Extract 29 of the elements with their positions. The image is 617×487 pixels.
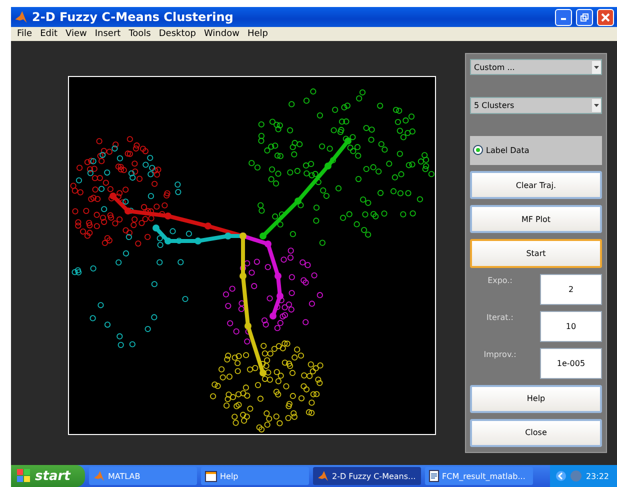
param-label: Expo.: (486, 274, 514, 285)
param-label: Iterat.: (486, 312, 514, 322)
start-button[interactable]: start (11, 465, 85, 487)
taskbar-item[interactable]: 2-D Fuzzy C-Means... (313, 467, 421, 485)
menu-item[interactable]: File (13, 29, 36, 40)
menu-item[interactable]: View (62, 29, 91, 40)
clock: 23:22 (586, 472, 609, 480)
param-field[interactable]: 2 (540, 274, 602, 305)
taskbar-item[interactable]: MATLAB (89, 467, 197, 485)
menu-item[interactable]: Help (243, 29, 272, 40)
menu-item[interactable]: Insert (90, 29, 125, 40)
panel-button[interactable]: Help (470, 384, 602, 413)
panel-button[interactable]: Start (470, 239, 602, 268)
param-label: Improv.: (482, 348, 518, 359)
taskbar-item[interactable]: FCM_result_matlab... (425, 467, 533, 485)
dropdown[interactable]: 5 Clusters (470, 97, 602, 114)
panel-button[interactable]: Clear Traj. (470, 170, 602, 200)
taskbar-item[interactable]: Help (201, 467, 309, 485)
param-field[interactable]: 10 (540, 310, 602, 342)
panel-button[interactable]: Close (470, 418, 602, 448)
dropdown[interactable]: Custom ... (470, 59, 602, 76)
menu-item[interactable]: Edit (36, 29, 62, 40)
menu-item[interactable]: Window (200, 29, 244, 40)
menu-item[interactable]: Desktop (154, 29, 200, 40)
param-field[interactable]: 1e-005 (540, 348, 602, 379)
panel-button[interactable]: MF Plot (470, 205, 602, 234)
radio-label[interactable]: Label Data (486, 146, 530, 155)
menu-item[interactable]: Tools (124, 29, 155, 40)
window-title: 2-D Fuzzy C-Means Clustering (32, 10, 234, 24)
